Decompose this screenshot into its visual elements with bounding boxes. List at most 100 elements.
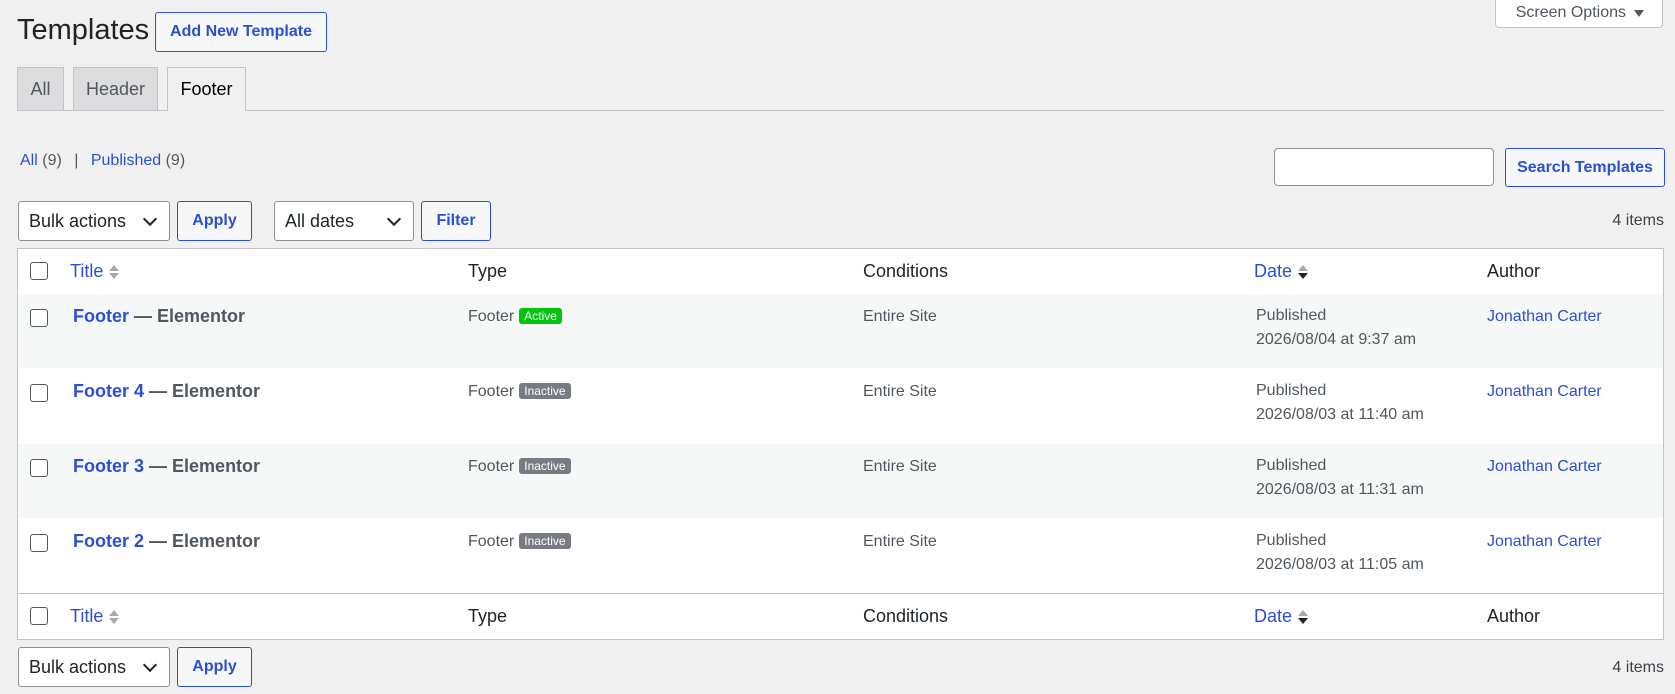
status-badge: Active: [519, 308, 562, 324]
filter-all-link[interactable]: All: [20, 152, 38, 169]
filter-all-count: (9): [42, 152, 62, 169]
date-status: Published: [1256, 307, 1327, 324]
column-conditions: Conditions: [863, 261, 949, 281]
column-date[interactable]: Date: [1254, 249, 1309, 294]
chevron-down-icon: [142, 211, 158, 227]
row-author-link[interactable]: Jonathan Carter: [1487, 308, 1602, 326]
row-type: Footer Inactive: [468, 383, 571, 401]
template-type-tabs: All Header Footer: [17, 67, 1664, 111]
template-type: Footer: [468, 383, 515, 400]
filter-published-count: (9): [165, 152, 186, 169]
date-status: Published: [1256, 382, 1327, 399]
bulk-actions-label: Bulk actions: [29, 210, 127, 231]
apply-button-bottom[interactable]: Apply: [177, 647, 252, 687]
date-filter-select[interactable]: All dates: [274, 201, 414, 241]
template-builder: — Elementor: [149, 531, 261, 551]
row-author-link[interactable]: Jonathan Carter: [1487, 458, 1602, 476]
date-status: Published: [1256, 532, 1327, 549]
select-all-checkbox-footer[interactable]: [30, 607, 48, 625]
column-author-footer: Author: [1487, 606, 1541, 626]
status-badge: Inactive: [519, 458, 571, 474]
bulk-actions-label: Bulk actions: [29, 656, 127, 677]
row-title: Footer 3 — Elementor: [73, 456, 260, 477]
row-date: Published 2026/08/04 at 9:37 am: [1256, 304, 1416, 352]
caret-down-icon: [1634, 9, 1644, 17]
bulk-actions-select-bottom[interactable]: Bulk actions: [18, 647, 170, 687]
tab-header[interactable]: Header: [73, 67, 158, 110]
screen-options-label: Screen Options: [1515, 4, 1626, 21]
row-checkbox[interactable]: [30, 309, 48, 327]
row-type: Footer Inactive: [468, 458, 571, 476]
status-badge: Inactive: [519, 533, 571, 549]
sort-icon: [109, 609, 120, 624]
filter-button[interactable]: Filter: [421, 201, 491, 241]
template-title-link[interactable]: Footer: [73, 306, 129, 326]
template-title-link[interactable]: Footer 4: [73, 381, 144, 401]
tab-footer[interactable]: Footer: [167, 67, 246, 111]
search-templates-button[interactable]: Search Templates: [1505, 148, 1665, 187]
table-row: Footer 4 — Elementor Footer Inactive Entire…: [18, 369, 1663, 443]
column-date-label: Date: [1254, 261, 1293, 281]
row-conditions: Entire Site: [863, 308, 937, 325]
column-title-footer[interactable]: Title: [70, 594, 120, 639]
template-builder: — Elementor: [149, 381, 261, 401]
table-footer: Title Type Conditions Date Author: [18, 593, 1663, 639]
template-title-link[interactable]: Footer 3: [73, 456, 144, 476]
status-badge: Inactive: [519, 383, 571, 399]
chevron-down-icon: [142, 657, 158, 673]
screen-options-button[interactable]: Screen Options: [1494, 0, 1663, 28]
row-conditions: Entire Site: [863, 383, 937, 400]
items-count-bottom: 4 items: [1612, 659, 1664, 676]
template-builder: — Elementor: [149, 456, 261, 476]
row-title: Footer 2 — Elementor: [73, 531, 260, 552]
row-title: Footer 4 — Elementor: [73, 381, 260, 402]
column-title[interactable]: Title: [70, 249, 120, 294]
date-status: Published: [1256, 457, 1327, 474]
table-row: Footer 3 — Elementor Footer Inactive Entire…: [18, 444, 1663, 518]
row-date: Published 2026/08/03 at 11:31 am: [1256, 454, 1424, 502]
row-author-link[interactable]: Jonathan Carter: [1487, 383, 1602, 401]
filter-separator: |: [74, 152, 79, 169]
date-filter-label: All dates: [285, 210, 355, 231]
row-conditions: Entire Site: [863, 458, 937, 475]
sort-desc-icon: [1298, 609, 1309, 624]
row-checkbox[interactable]: [30, 459, 48, 477]
column-title-label: Title: [70, 606, 104, 626]
sort-icon: [109, 264, 120, 279]
row-type: Footer Active: [468, 308, 562, 326]
row-title: Footer — Elementor: [73, 306, 245, 327]
template-builder: — Elementor: [134, 306, 246, 326]
row-conditions: Entire Site: [863, 533, 937, 550]
template-type: Footer: [468, 458, 515, 475]
column-date-footer[interactable]: Date: [1254, 594, 1309, 639]
row-checkbox[interactable]: [30, 384, 48, 402]
table-row: Footer 2 — Elementor Footer Inactive Entire…: [18, 519, 1663, 593]
column-type: Type: [468, 261, 508, 281]
template-type: Footer: [468, 308, 515, 325]
column-date-label: Date: [1254, 606, 1293, 626]
items-count-top: 4 items: [1612, 212, 1664, 229]
column-type-footer: Type: [468, 606, 508, 626]
tab-all[interactable]: All: [17, 67, 64, 110]
template-title-link[interactable]: Footer 2: [73, 531, 144, 551]
bulk-actions-select-top[interactable]: Bulk actions: [18, 201, 170, 241]
add-new-template-button[interactable]: Add New Template: [155, 12, 327, 52]
search-input[interactable]: [1274, 148, 1494, 186]
date-value: 2026/08/03 at 11:31 am: [1256, 481, 1424, 498]
template-type: Footer: [468, 533, 515, 550]
apply-button-top[interactable]: Apply: [177, 201, 252, 241]
chevron-down-icon: [386, 211, 402, 227]
status-filter-links: All (9) | Published (9): [20, 152, 185, 170]
select-all-checkbox[interactable]: [30, 262, 48, 280]
date-value: 2026/08/04 at 9:37 am: [1256, 331, 1417, 348]
row-checkbox[interactable]: [30, 534, 48, 552]
page-title: Templates: [17, 14, 150, 46]
table-row: Footer — Elementor Footer Active Entire Sit…: [18, 294, 1663, 368]
row-author-link[interactable]: Jonathan Carter: [1487, 533, 1602, 551]
row-date: Published 2026/08/03 at 11:05 am: [1256, 529, 1424, 577]
filter-published-link[interactable]: Published: [91, 152, 161, 169]
templates-table: Title Type Conditions Date Author Footer…: [17, 248, 1664, 640]
date-value: 2026/08/03 at 11:40 am: [1256, 406, 1424, 423]
table-header: Title Type Conditions Date Author: [18, 249, 1663, 295]
column-conditions-footer: Conditions: [863, 606, 949, 626]
